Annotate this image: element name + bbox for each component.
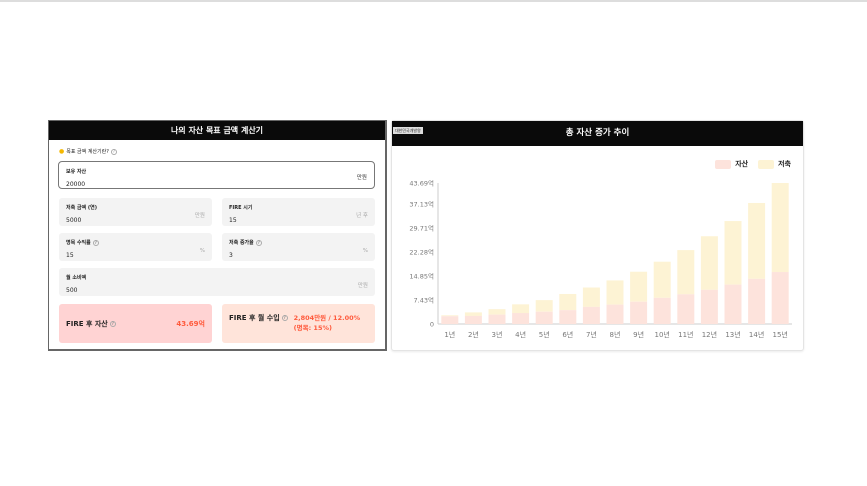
- hint-text: 목표 금액 계산기란?: [66, 149, 109, 155]
- x-tick-label: 7년: [586, 330, 597, 339]
- help-icon[interactable]: ?: [255, 239, 262, 246]
- chart-card: 대한민국개발왕 총 자산 증가 추이 자산 저축 0 7.43억 14.85억 22.…: [391, 120, 804, 351]
- bar-savings: [677, 250, 695, 295]
- help-icon[interactable]: ?: [281, 315, 288, 321]
- x-tick-label: 10년: [655, 330, 670, 339]
- x-tick-label: 14년: [749, 330, 764, 339]
- bar-asset: [724, 284, 742, 324]
- y-tick-label: 7.43억: [414, 297, 434, 305]
- x-tick-label: 8년: [610, 330, 621, 339]
- bar-asset: [441, 316, 459, 324]
- bar-savings: [512, 304, 530, 314]
- savings-value[interactable]: 5000: [66, 217, 205, 224]
- bar-savings: [653, 261, 671, 298]
- savings-label: 저축 금액 (연): [66, 205, 98, 211]
- bar-asset: [771, 272, 789, 324]
- x-tick-label: 4년: [515, 330, 526, 339]
- bar-savings: [582, 287, 600, 307]
- bar-asset: [630, 301, 648, 324]
- savings-growth-label: 저축 증가율: [229, 240, 254, 246]
- return-rate-value[interactable]: 15: [66, 252, 205, 259]
- fire-assets-value: 43.69억: [176, 319, 205, 328]
- return-rate-unit: %: [199, 248, 205, 254]
- calculator-card: 나의 자산 목표 금액 계산기 ● 목표 금액 계산기란? ? 보유 자산 20…: [48, 120, 387, 351]
- x-tick-label: 11년: [678, 330, 693, 339]
- fire-time-unit: 년 후: [356, 213, 368, 219]
- monthly-spend-value[interactable]: 500: [66, 287, 368, 294]
- fire-income-label: FIRE 후 월 수입: [229, 314, 280, 322]
- bar-asset: [700, 289, 718, 324]
- bar-asset: [488, 314, 506, 324]
- fire-assets-label: FIRE 후 자산: [66, 319, 108, 328]
- x-tick-label: 9년: [633, 330, 644, 339]
- bar-savings: [771, 183, 789, 273]
- y-tick-label: 37.13억: [409, 201, 434, 209]
- help-icon[interactable]: ?: [92, 239, 99, 246]
- savings-input[interactable]: 저축 금액 (연) 5000 만원: [59, 198, 212, 226]
- x-tick-label: 12년: [702, 330, 717, 339]
- bar-asset: [512, 313, 530, 324]
- savings-growth-unit: %: [362, 248, 368, 254]
- x-tick-label: 15년: [773, 330, 788, 339]
- fire-time-input[interactable]: FIRE 시기 15 년 후: [222, 198, 375, 226]
- x-tick-label: 6년: [562, 330, 573, 339]
- y-tick-label: 43.69억: [409, 180, 434, 188]
- bar-savings: [724, 221, 742, 285]
- bar-asset: [582, 306, 600, 324]
- fire-assets-result: FIRE 후 자산? 43.69억: [59, 304, 212, 343]
- bar-savings: [488, 309, 506, 315]
- bar-asset: [748, 278, 766, 324]
- monthly-spend-input[interactable]: 월 소비액 500 만원: [59, 268, 375, 296]
- return-rate-label: 명목 수익률: [66, 240, 91, 246]
- bar-asset: [535, 311, 553, 324]
- monthly-spend-label: 월 소비액: [66, 275, 87, 281]
- bar-asset: [559, 310, 577, 324]
- bar-savings: [606, 280, 624, 305]
- watermark-tag: 대한민국개발왕: [393, 127, 423, 134]
- x-tick-label: 5년: [539, 330, 550, 339]
- fire-time-label: FIRE 시기: [229, 205, 253, 211]
- assets-label: 보유 자산: [66, 169, 87, 175]
- x-tick-label: 13년: [725, 330, 740, 339]
- bar-savings: [535, 300, 553, 312]
- assets-input[interactable]: 보유 자산 20000 만원: [58, 161, 375, 189]
- bar-asset: [677, 294, 695, 324]
- x-tick-label: 1년: [444, 330, 455, 339]
- calculator-title: 나의 자산 목표 금액 계산기: [49, 121, 385, 140]
- help-icon[interactable]: ?: [110, 148, 117, 155]
- x-tick-label: 2년: [468, 330, 479, 339]
- chart-title: 총 자산 증가 추이: [565, 128, 630, 138]
- return-rate-input[interactable]: 명목 수익률? 15 %: [59, 233, 212, 261]
- hint-link[interactable]: ● 목표 금액 계산기란? ?: [59, 148, 117, 155]
- y-tick-label: 0: [430, 321, 434, 329]
- bar-savings: [464, 312, 482, 316]
- fire-income-result: FIRE 후 월 수입? 2,804만원 / 12.00% (명목: 15%): [222, 304, 375, 343]
- savings-unit: 만원: [194, 213, 205, 219]
- bar-savings: [559, 293, 577, 311]
- monthly-spend-unit: 만원: [357, 283, 368, 289]
- chart-header: 대한민국개발왕 총 자산 증가 추이: [392, 121, 803, 146]
- bar-asset: [606, 304, 624, 324]
- assets-unit: 만원: [356, 175, 367, 181]
- bar-asset: [653, 297, 671, 324]
- help-icon[interactable]: ?: [109, 320, 116, 327]
- x-tick-label: 3년: [492, 330, 503, 339]
- bar-savings: [700, 236, 718, 290]
- bar-savings: [441, 315, 459, 317]
- lightbulb-icon: ●: [59, 148, 65, 155]
- y-tick-label: 14.85억: [409, 273, 434, 281]
- stacked-bar-chart: 0 7.43억 14.85억 22.28억 29.71억 37.13억 43.69억 1년 2년…: [409, 180, 792, 339]
- savings-growth-input[interactable]: 저축 증가율? 3 %: [222, 233, 375, 261]
- savings-growth-value[interactable]: 3: [229, 252, 368, 259]
- bar-savings: [748, 202, 766, 279]
- assets-value[interactable]: 20000: [66, 181, 367, 188]
- fire-income-value: 2,804만원 / 12.00% (명목: 15%): [293, 314, 361, 332]
- bar-savings: [630, 271, 648, 302]
- y-tick-label: 29.71억: [409, 225, 434, 233]
- bar-asset: [464, 315, 482, 324]
- y-tick-label: 22.28억: [409, 249, 434, 257]
- fire-time-value[interactable]: 15: [229, 217, 368, 224]
